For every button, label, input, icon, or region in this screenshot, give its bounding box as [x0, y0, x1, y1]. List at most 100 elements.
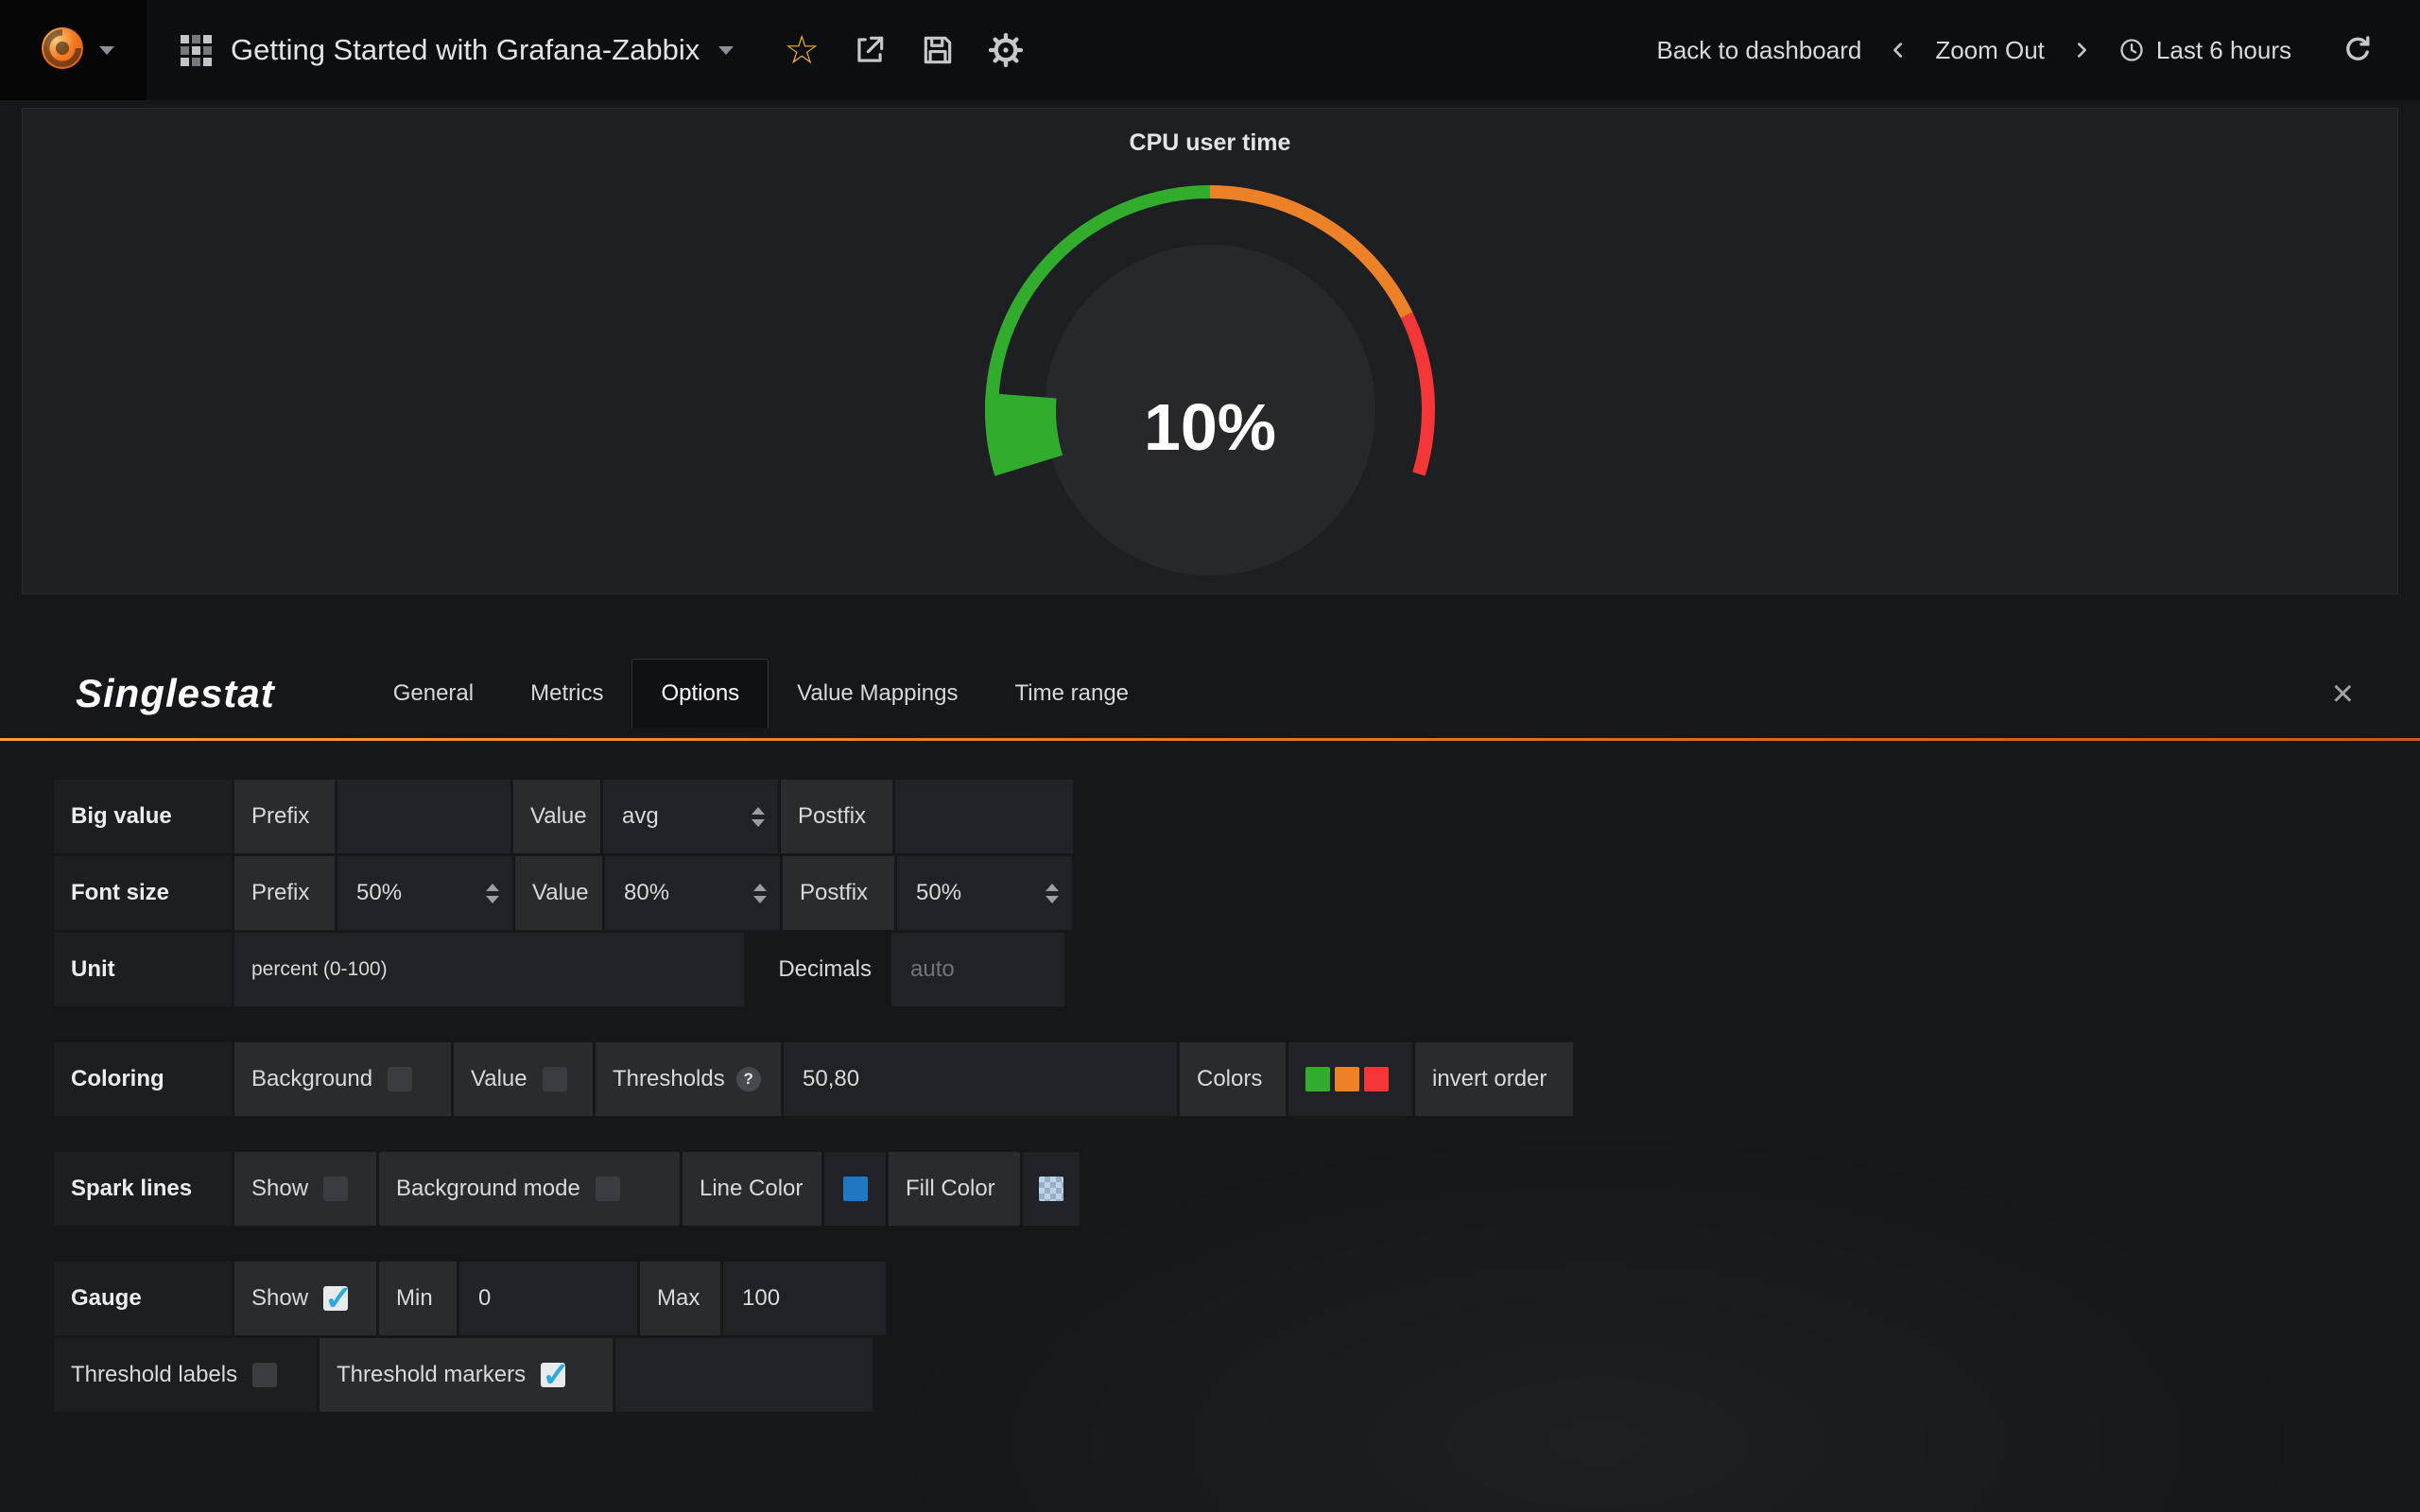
- clock-icon: [2118, 37, 2145, 63]
- tab-time-range[interactable]: Time range: [987, 660, 1158, 728]
- coloring-value-checkbox[interactable]: [543, 1067, 567, 1091]
- options-form: Big value Prefix Value avg Postfix Font …: [0, 741, 2420, 1412]
- panel-title[interactable]: CPU user time: [1130, 129, 1291, 157]
- gauge-thresholds-row: Threshold labels Threshold markers: [54, 1338, 2420, 1412]
- font-prefix-selected: 50%: [356, 880, 402, 906]
- colors-swatches-cell: [1288, 1042, 1412, 1116]
- unit-row: Unit percent (0-100) Decimals: [54, 933, 2420, 1006]
- logo-dropdown-caret-icon: [99, 46, 114, 55]
- navbar-right-controls: Back to dashboard Zoom Out Last 6 hours: [1640, 29, 2420, 71]
- spark-lines-row: Spark lines Show Background mode Line Co…: [54, 1152, 2420, 1226]
- zoom-out-button[interactable]: Zoom Out: [1918, 36, 2062, 65]
- gauge-value-bar: [985, 393, 1063, 476]
- panel-preview: CPU user time 10%: [22, 108, 2398, 594]
- stepper-arrows-icon: [752, 807, 765, 827]
- grafana-logo-menu[interactable]: [0, 0, 147, 100]
- spark-background-mode-checkbox[interactable]: [596, 1177, 620, 1201]
- gauge-show-checkbox[interactable]: [323, 1286, 348, 1311]
- stepper-arrows-icon: [486, 884, 499, 903]
- navbar: Getting Started with Grafana-Zabbix ☆: [0, 0, 2420, 100]
- threshold-markers-toggle[interactable]: Threshold markers: [320, 1338, 613, 1412]
- time-range-label: Last 6 hours: [2156, 36, 2291, 65]
- coloring-background-toggle[interactable]: Background: [234, 1042, 451, 1116]
- gauge-max-input[interactable]: [723, 1262, 886, 1335]
- font-value-select[interactable]: 80%: [605, 856, 780, 930]
- coloring-background-label: Background: [251, 1066, 372, 1092]
- gauge-show-label: Show: [251, 1285, 308, 1312]
- prefix-input-cell: [337, 780, 510, 853]
- spark-background-mode-label: Background mode: [396, 1176, 580, 1202]
- big-value-postfix-input[interactable]: [895, 780, 1073, 853]
- threshold-color-swatch-1[interactable]: [1305, 1067, 1330, 1091]
- tab-value-mappings[interactable]: Value Mappings: [769, 660, 986, 728]
- star-icon[interactable]: ☆: [781, 29, 822, 71]
- spark-show-checkbox[interactable]: [323, 1177, 348, 1201]
- close-editor-icon[interactable]: ×: [2332, 675, 2354, 713]
- grafana-logo-icon: [33, 19, 92, 82]
- spark-background-mode-toggle[interactable]: Background mode: [379, 1152, 680, 1226]
- gauge-value-label: 10%: [1144, 390, 1276, 464]
- decimals-input-cell: [891, 933, 1064, 1006]
- gauge-threshold-segment: [1401, 312, 1435, 475]
- line-color-swatch[interactable]: [843, 1177, 868, 1201]
- font-postfix-select[interactable]: 50%: [897, 856, 1072, 930]
- time-shift-right-icon[interactable]: [2062, 37, 2101, 63]
- postfix-label: Postfix: [781, 780, 892, 853]
- editor-tabbar: Singlestat General Metrics Options Value…: [0, 648, 2420, 738]
- tab-metrics[interactable]: Metrics: [502, 660, 631, 728]
- help-icon[interactable]: [736, 1067, 761, 1091]
- decimals-input[interactable]: [891, 933, 1064, 1006]
- coloring-background-checkbox[interactable]: [388, 1067, 412, 1091]
- thresholds-label: Thresholds: [613, 1066, 725, 1092]
- font-prefix-select[interactable]: 50%: [337, 856, 512, 930]
- big-value-prefix-input[interactable]: [337, 780, 510, 853]
- threshold-markers-label: Threshold markers: [337, 1362, 526, 1388]
- dashboard-dropdown-caret-icon: [718, 46, 734, 55]
- gauge-min-input[interactable]: [459, 1262, 637, 1335]
- invert-order-button[interactable]: invert order: [1415, 1042, 1573, 1116]
- threshold-markers-checkbox[interactable]: [541, 1363, 565, 1387]
- gauge-show-toggle[interactable]: Show: [234, 1262, 376, 1335]
- fill-color-label: Fill Color: [889, 1152, 1020, 1226]
- dashboard-title-button[interactable]: Getting Started with Grafana-Zabbix: [147, 0, 768, 100]
- refresh-icon[interactable]: [2337, 29, 2378, 71]
- thresholds-label-cell: Thresholds: [596, 1042, 781, 1116]
- time-picker-button[interactable]: Last 6 hours: [2101, 36, 2308, 65]
- thresholds-input[interactable]: [784, 1042, 1177, 1116]
- font-postfix-label: Postfix: [783, 856, 894, 930]
- threshold-color-swatch-3[interactable]: [1364, 1067, 1389, 1091]
- font-postfix-selected: 50%: [916, 880, 961, 906]
- dashboard-title: Getting Started with Grafana-Zabbix: [231, 33, 700, 67]
- gauge-chart: 10%: [964, 174, 1456, 580]
- share-icon[interactable]: [849, 29, 890, 71]
- settings-gear-icon[interactable]: [985, 29, 1027, 71]
- threshold-labels-toggle[interactable]: Threshold labels: [54, 1338, 317, 1412]
- value-label: Value: [513, 780, 600, 853]
- postfix-input-cell: [895, 780, 1073, 853]
- stepper-arrows-icon: [753, 884, 767, 903]
- font-value-label: Value: [515, 856, 602, 930]
- unit-value-dropdown[interactable]: percent (0-100): [234, 933, 744, 1006]
- threshold-color-swatch-2[interactable]: [1335, 1067, 1359, 1091]
- dashboard-grid-icon: [181, 35, 212, 66]
- back-to-dashboard-button[interactable]: Back to dashboard: [1640, 36, 1879, 65]
- time-shift-left-icon[interactable]: [1878, 37, 1918, 63]
- prefix-label: Prefix: [234, 780, 335, 853]
- coloring-value-toggle[interactable]: Value: [454, 1042, 593, 1116]
- value-function-select[interactable]: avg: [603, 780, 778, 853]
- fill-color-swatch[interactable]: [1039, 1177, 1063, 1201]
- coloring-label: Coloring: [54, 1042, 232, 1116]
- threshold-labels-label: Threshold labels: [71, 1362, 237, 1388]
- threshold-labels-checkbox[interactable]: [252, 1363, 277, 1387]
- save-icon[interactable]: [917, 29, 959, 71]
- panel-type-title: Singlestat: [76, 671, 275, 716]
- panel-editor: Singlestat General Metrics Options Value…: [0, 648, 2420, 1512]
- empty-cell: [615, 1338, 873, 1412]
- big-value-label: Big value: [54, 780, 232, 853]
- line-color-swatch-cell: [824, 1152, 886, 1226]
- spark-show-toggle[interactable]: Show: [234, 1152, 376, 1226]
- tab-options[interactable]: Options: [631, 659, 769, 728]
- fill-color-swatch-cell: [1023, 1152, 1080, 1226]
- decimals-label: Decimals: [747, 933, 889, 1006]
- tab-general[interactable]: General: [365, 660, 502, 728]
